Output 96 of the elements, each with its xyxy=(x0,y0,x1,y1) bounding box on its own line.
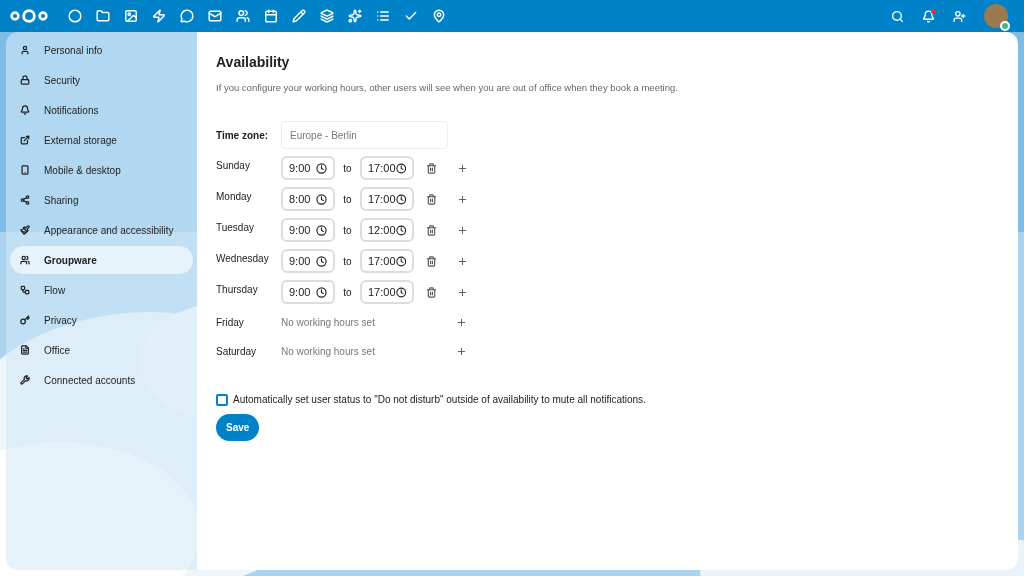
sidebar-item[interactable]: Privacy xyxy=(10,306,193,334)
external-link-icon xyxy=(20,135,30,145)
separator-text: to xyxy=(342,192,353,207)
day-label: Monday xyxy=(216,190,253,205)
day-label: Thursday xyxy=(216,283,259,298)
separator-text: to xyxy=(342,285,353,300)
sidebar-item[interactable]: Security xyxy=(10,66,193,94)
map-pin-icon[interactable] xyxy=(432,9,446,23)
add-icon[interactable] xyxy=(457,162,468,174)
clock-icon xyxy=(395,224,406,236)
day-label: Sunday xyxy=(216,159,251,174)
day-label: Saturday xyxy=(216,345,258,360)
delete-icon[interactable] xyxy=(426,224,437,236)
sidebar-item[interactable]: Sharing xyxy=(10,186,193,214)
clock-icon xyxy=(316,193,327,205)
separator-text: to xyxy=(342,254,353,269)
add-icon[interactable] xyxy=(457,224,468,236)
sidebar-item[interactable]: External storage xyxy=(10,126,193,154)
time-field[interactable]: 12:00 xyxy=(360,218,414,243)
people-icon xyxy=(20,255,30,265)
add-icon[interactable] xyxy=(457,286,468,298)
add-icon[interactable] xyxy=(456,317,467,329)
separator-text: to xyxy=(342,161,353,176)
time-field[interactable]: 17:00 xyxy=(360,187,414,212)
time-field[interactable]: 9:00 xyxy=(281,218,335,243)
contacts-icon[interactable] xyxy=(953,9,966,23)
image-icon[interactable] xyxy=(124,9,138,23)
day-label: Friday xyxy=(216,316,245,331)
add-icon[interactable] xyxy=(457,255,468,267)
sidebar-item[interactable]: Flow xyxy=(10,276,193,304)
search-icon[interactable] xyxy=(891,9,904,23)
time-field[interactable]: 9:00 xyxy=(281,249,335,274)
wrench-icon xyxy=(20,375,30,385)
share-icon xyxy=(20,195,30,205)
sidebar-item[interactable]: Groupware xyxy=(10,246,193,274)
clock-icon xyxy=(395,286,406,298)
time-field[interactable]: 9:00 xyxy=(281,280,335,305)
dashboard-icon[interactable] xyxy=(68,9,82,23)
folder-icon[interactable] xyxy=(96,9,110,23)
save-button[interactable]: Save xyxy=(216,414,260,442)
calendar-icon[interactable] xyxy=(264,9,278,23)
section-title: Availability xyxy=(216,53,291,72)
time-field[interactable]: 17:00 xyxy=(360,156,414,181)
bell-icon xyxy=(20,105,30,115)
chat-bubble-icon[interactable] xyxy=(180,9,194,23)
separator-text: to xyxy=(342,223,353,238)
stack-icon[interactable] xyxy=(320,9,334,23)
people-icon[interactable] xyxy=(236,9,250,23)
clock-icon xyxy=(316,255,327,267)
delete-icon[interactable] xyxy=(426,286,437,298)
delete-icon[interactable] xyxy=(426,255,437,267)
description: If you configure your working hours, other users will see when you are out of office when they book a meeting. xyxy=(216,81,679,95)
sidebar-item[interactable]: Office xyxy=(10,336,193,364)
checkbox[interactable] xyxy=(216,393,228,406)
time-field[interactable]: 17:00 xyxy=(360,249,414,274)
add-icon[interactable] xyxy=(457,193,468,205)
day-label: Tuesday xyxy=(216,221,255,236)
sidebar-item[interactable]: Personal info xyxy=(10,36,193,64)
logo[interactable] xyxy=(10,8,48,24)
key-icon xyxy=(20,315,30,325)
timezone-field[interactable]: Europe - Berlin xyxy=(281,121,448,150)
sidebar-item[interactable]: Mobile & desktop xyxy=(10,156,193,184)
person-icon xyxy=(20,45,30,55)
pencil-icon[interactable] xyxy=(292,9,306,23)
sidebar-item[interactable]: Notifications xyxy=(10,96,193,124)
flow-icon xyxy=(20,285,30,295)
sparkle-icon[interactable] xyxy=(348,9,362,23)
time-field[interactable]: 17:00 xyxy=(360,280,414,305)
clock-icon xyxy=(395,162,406,174)
clock-icon xyxy=(316,286,327,298)
add-icon[interactable] xyxy=(456,346,467,358)
lightning-icon[interactable] xyxy=(152,9,166,23)
timezone-label: Time zone: xyxy=(216,128,270,143)
delete-icon[interactable] xyxy=(426,193,437,205)
empty-hours-text: No working hours set xyxy=(281,345,376,360)
mail-icon[interactable] xyxy=(208,9,222,23)
clock-icon xyxy=(395,255,406,267)
notifications-icon[interactable] xyxy=(922,9,935,23)
document-icon xyxy=(20,345,30,355)
day-label: Wednesday xyxy=(216,252,270,267)
clock-icon xyxy=(395,193,406,205)
sidebar-item[interactable]: Appearance and accessibility xyxy=(10,216,193,244)
phone-icon xyxy=(20,165,30,175)
clock-icon xyxy=(316,162,327,174)
avatar[interactable] xyxy=(984,4,1008,28)
time-field[interactable]: 9:00 xyxy=(281,156,335,181)
empty-hours-text: No working hours set xyxy=(281,316,376,331)
list-icon[interactable] xyxy=(376,9,390,23)
lock-icon xyxy=(20,75,30,85)
sidebar-item[interactable]: Connected accounts xyxy=(10,366,193,394)
checkbox-label: Automatically set user status to "Do not disturb" outside of availability to mute all notifications. xyxy=(233,393,646,408)
clock-icon xyxy=(316,224,327,236)
brush-icon xyxy=(20,225,30,235)
check-icon[interactable] xyxy=(404,9,418,23)
delete-icon[interactable] xyxy=(426,162,437,174)
time-field[interactable]: 8:00 xyxy=(281,187,335,212)
